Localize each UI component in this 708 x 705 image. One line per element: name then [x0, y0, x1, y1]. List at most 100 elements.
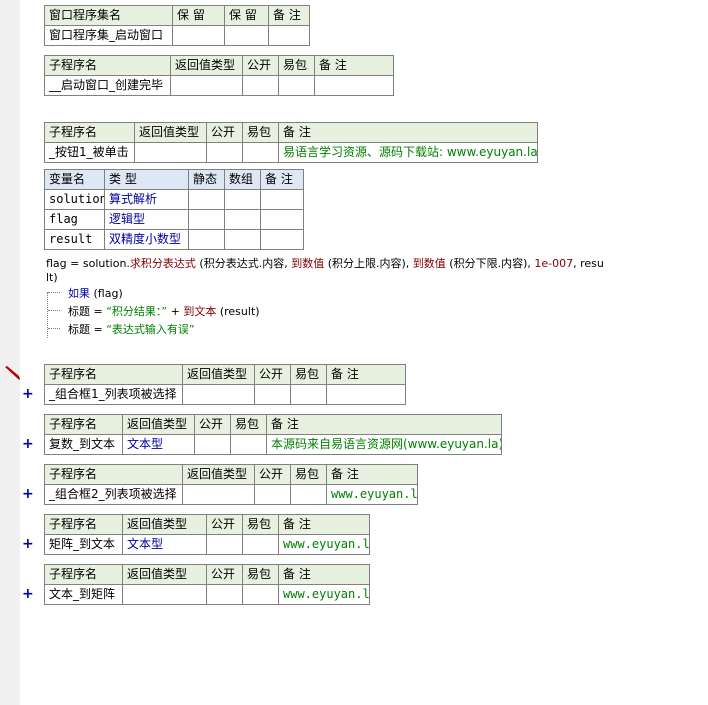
pencil-icon — [5, 366, 20, 380]
expand-toggle[interactable]: + — [22, 436, 34, 452]
var-name-cell[interactable]: flag — [44, 209, 105, 230]
public-cell[interactable] — [206, 584, 243, 605]
code-text: lt) — [46, 271, 58, 284]
sub-name-cell[interactable]: 矩阵_到文本 — [44, 534, 123, 555]
col-array: 数组 — [224, 169, 261, 190]
var-type-cell[interactable]: 逻辑型 — [104, 209, 189, 230]
remark-cell[interactable] — [260, 229, 304, 250]
return-type-cell[interactable] — [182, 484, 255, 505]
code-text: , resu — [573, 257, 604, 270]
reserved-cell-2[interactable] — [224, 25, 269, 46]
var-name-cell[interactable]: solution — [44, 189, 105, 210]
code-line-title-result[interactable]: 标题 = “积分结果：” + 到文本 (result) — [68, 304, 260, 320]
return-type-cell[interactable] — [134, 142, 207, 163]
return-type-cell[interactable] — [122, 584, 207, 605]
remark-cell[interactable]: www.eyuyan.la — [278, 534, 370, 555]
easy-pkg-cell[interactable] — [242, 534, 279, 555]
static-cell[interactable] — [188, 189, 225, 210]
assembly-table: 窗口程序集名 保 留 保 留 备 注 窗口程序集_启动窗口 — [44, 5, 310, 46]
code-keyword: 如果 — [68, 287, 90, 300]
remark-cell[interactable] — [268, 25, 310, 46]
public-cell[interactable] — [194, 434, 231, 455]
expand-toggle[interactable]: + — [22, 386, 34, 402]
col-remark: 备 注 — [278, 564, 370, 585]
return-type-cell[interactable] — [182, 384, 255, 405]
expand-toggle[interactable]: + — [22, 486, 34, 502]
var-name-cell[interactable]: result — [44, 229, 105, 250]
easy-pkg-cell[interactable] — [242, 142, 279, 163]
remark-cell[interactable] — [260, 189, 304, 210]
sub-table-combo1-select: 子程序名 返回值类型 公开 易包 备 注 _组合框1_列表项被选择 — [44, 364, 406, 405]
expand-toggle[interactable]: + — [22, 536, 34, 552]
remark-cell[interactable] — [326, 384, 406, 405]
col-easy-pkg: 易包 — [290, 364, 327, 385]
col-easy-pkg: 易包 — [242, 514, 279, 535]
left-gutter — [0, 0, 20, 705]
return-type-cell[interactable] — [170, 75, 243, 96]
col-remark: 备 注 — [268, 5, 310, 26]
code-line-title-error[interactable]: 标题 = “表达式输入有误” — [68, 322, 195, 338]
sub-name-cell[interactable]: 文本_到矩阵 — [44, 584, 123, 605]
col-return-type: 返回值类型 — [170, 55, 243, 76]
public-cell[interactable] — [254, 384, 291, 405]
assembly-name-cell[interactable]: 窗口程序集_启动窗口 — [44, 25, 173, 46]
sub-table-combo2-select: 子程序名 返回值类型 公开 易包 备 注 _组合框2_列表项被选择 www.ey… — [44, 464, 418, 505]
col-remark: 备 注 — [326, 364, 406, 385]
remark-cell[interactable] — [314, 75, 394, 96]
var-type-cell[interactable]: 算式解析 — [104, 189, 189, 210]
static-cell[interactable] — [188, 209, 225, 230]
col-return-type: 返回值类型 — [134, 122, 207, 143]
easy-pkg-cell[interactable] — [290, 384, 327, 405]
col-sub-name: 子程序名 — [44, 55, 171, 76]
code-text: + — [167, 305, 184, 318]
return-type-cell[interactable]: 文本型 — [122, 434, 195, 455]
public-cell[interactable] — [242, 75, 279, 96]
col-remark: 备 注 — [326, 464, 418, 485]
static-cell[interactable] — [188, 229, 225, 250]
col-reserved-2: 保 留 — [224, 5, 269, 26]
flow-line — [47, 292, 62, 338]
remark-cell[interactable]: 易语言学习资源、源码下载站: www.eyuyan.la — [278, 142, 538, 163]
col-public: 公开 — [254, 364, 291, 385]
code-string: “积分结果：” — [106, 305, 168, 318]
col-remark: 备 注 — [314, 55, 394, 76]
var-type-cell[interactable]: 双精度小数型 — [104, 229, 189, 250]
col-sub-name: 子程序名 — [44, 464, 183, 485]
code-line-if[interactable]: 如果 (flag) — [68, 286, 123, 302]
sub-name-cell[interactable]: 复数_到文本 — [44, 434, 123, 455]
public-cell[interactable] — [206, 534, 243, 555]
remark-cell[interactable]: www.eyuyan.la — [326, 484, 418, 505]
remark-cell[interactable]: 本源码来自易语言资源网(www.eyuyan.la) — [266, 434, 502, 455]
easy-pkg-cell[interactable] — [278, 75, 315, 96]
public-cell[interactable] — [254, 484, 291, 505]
remark-cell[interactable]: www.eyuyan.la — [278, 584, 370, 605]
col-remark: 备 注 — [278, 514, 370, 535]
code-line-assign[interactable]: flag = solution.求积分表达式 (积分表达式.内容, 到数值 (积… — [46, 256, 604, 272]
code-function: 到文本 — [183, 305, 217, 318]
reserved-cell-1[interactable] — [172, 25, 225, 46]
code-line-wrap[interactable]: lt) — [46, 270, 58, 286]
col-assembly-name: 窗口程序集名 — [44, 5, 173, 26]
code-text: flag = solution. — [46, 257, 130, 270]
expand-toggle[interactable]: + — [22, 586, 34, 602]
sub-name-cell[interactable]: _组合框1_列表项被选择 — [44, 384, 183, 405]
sub-name-cell[interactable]: _组合框2_列表项被选择 — [44, 484, 183, 505]
remark-cell[interactable] — [260, 209, 304, 230]
sub-name-cell[interactable]: __启动窗口_创建完毕 — [44, 75, 171, 96]
sub-name-cell[interactable]: _按钮1_被单击 — [44, 142, 135, 163]
easy-pkg-cell[interactable] — [230, 434, 267, 455]
return-type-cell[interactable]: 文本型 — [122, 534, 207, 555]
array-cell[interactable] — [224, 209, 261, 230]
public-cell[interactable] — [206, 142, 243, 163]
var-row: flag 逻辑型 — [44, 209, 304, 230]
code-text: (result) — [216, 305, 260, 318]
col-remark: 备 注 — [266, 414, 502, 435]
col-return-type: 返回值类型 — [182, 364, 255, 385]
easy-pkg-cell[interactable] — [242, 584, 279, 605]
col-sub-name: 子程序名 — [44, 514, 123, 535]
var-row: solution 算式解析 — [44, 189, 304, 210]
array-cell[interactable] — [224, 229, 261, 250]
easy-pkg-cell[interactable] — [290, 484, 327, 505]
col-public: 公开 — [242, 55, 279, 76]
array-cell[interactable] — [224, 189, 261, 210]
